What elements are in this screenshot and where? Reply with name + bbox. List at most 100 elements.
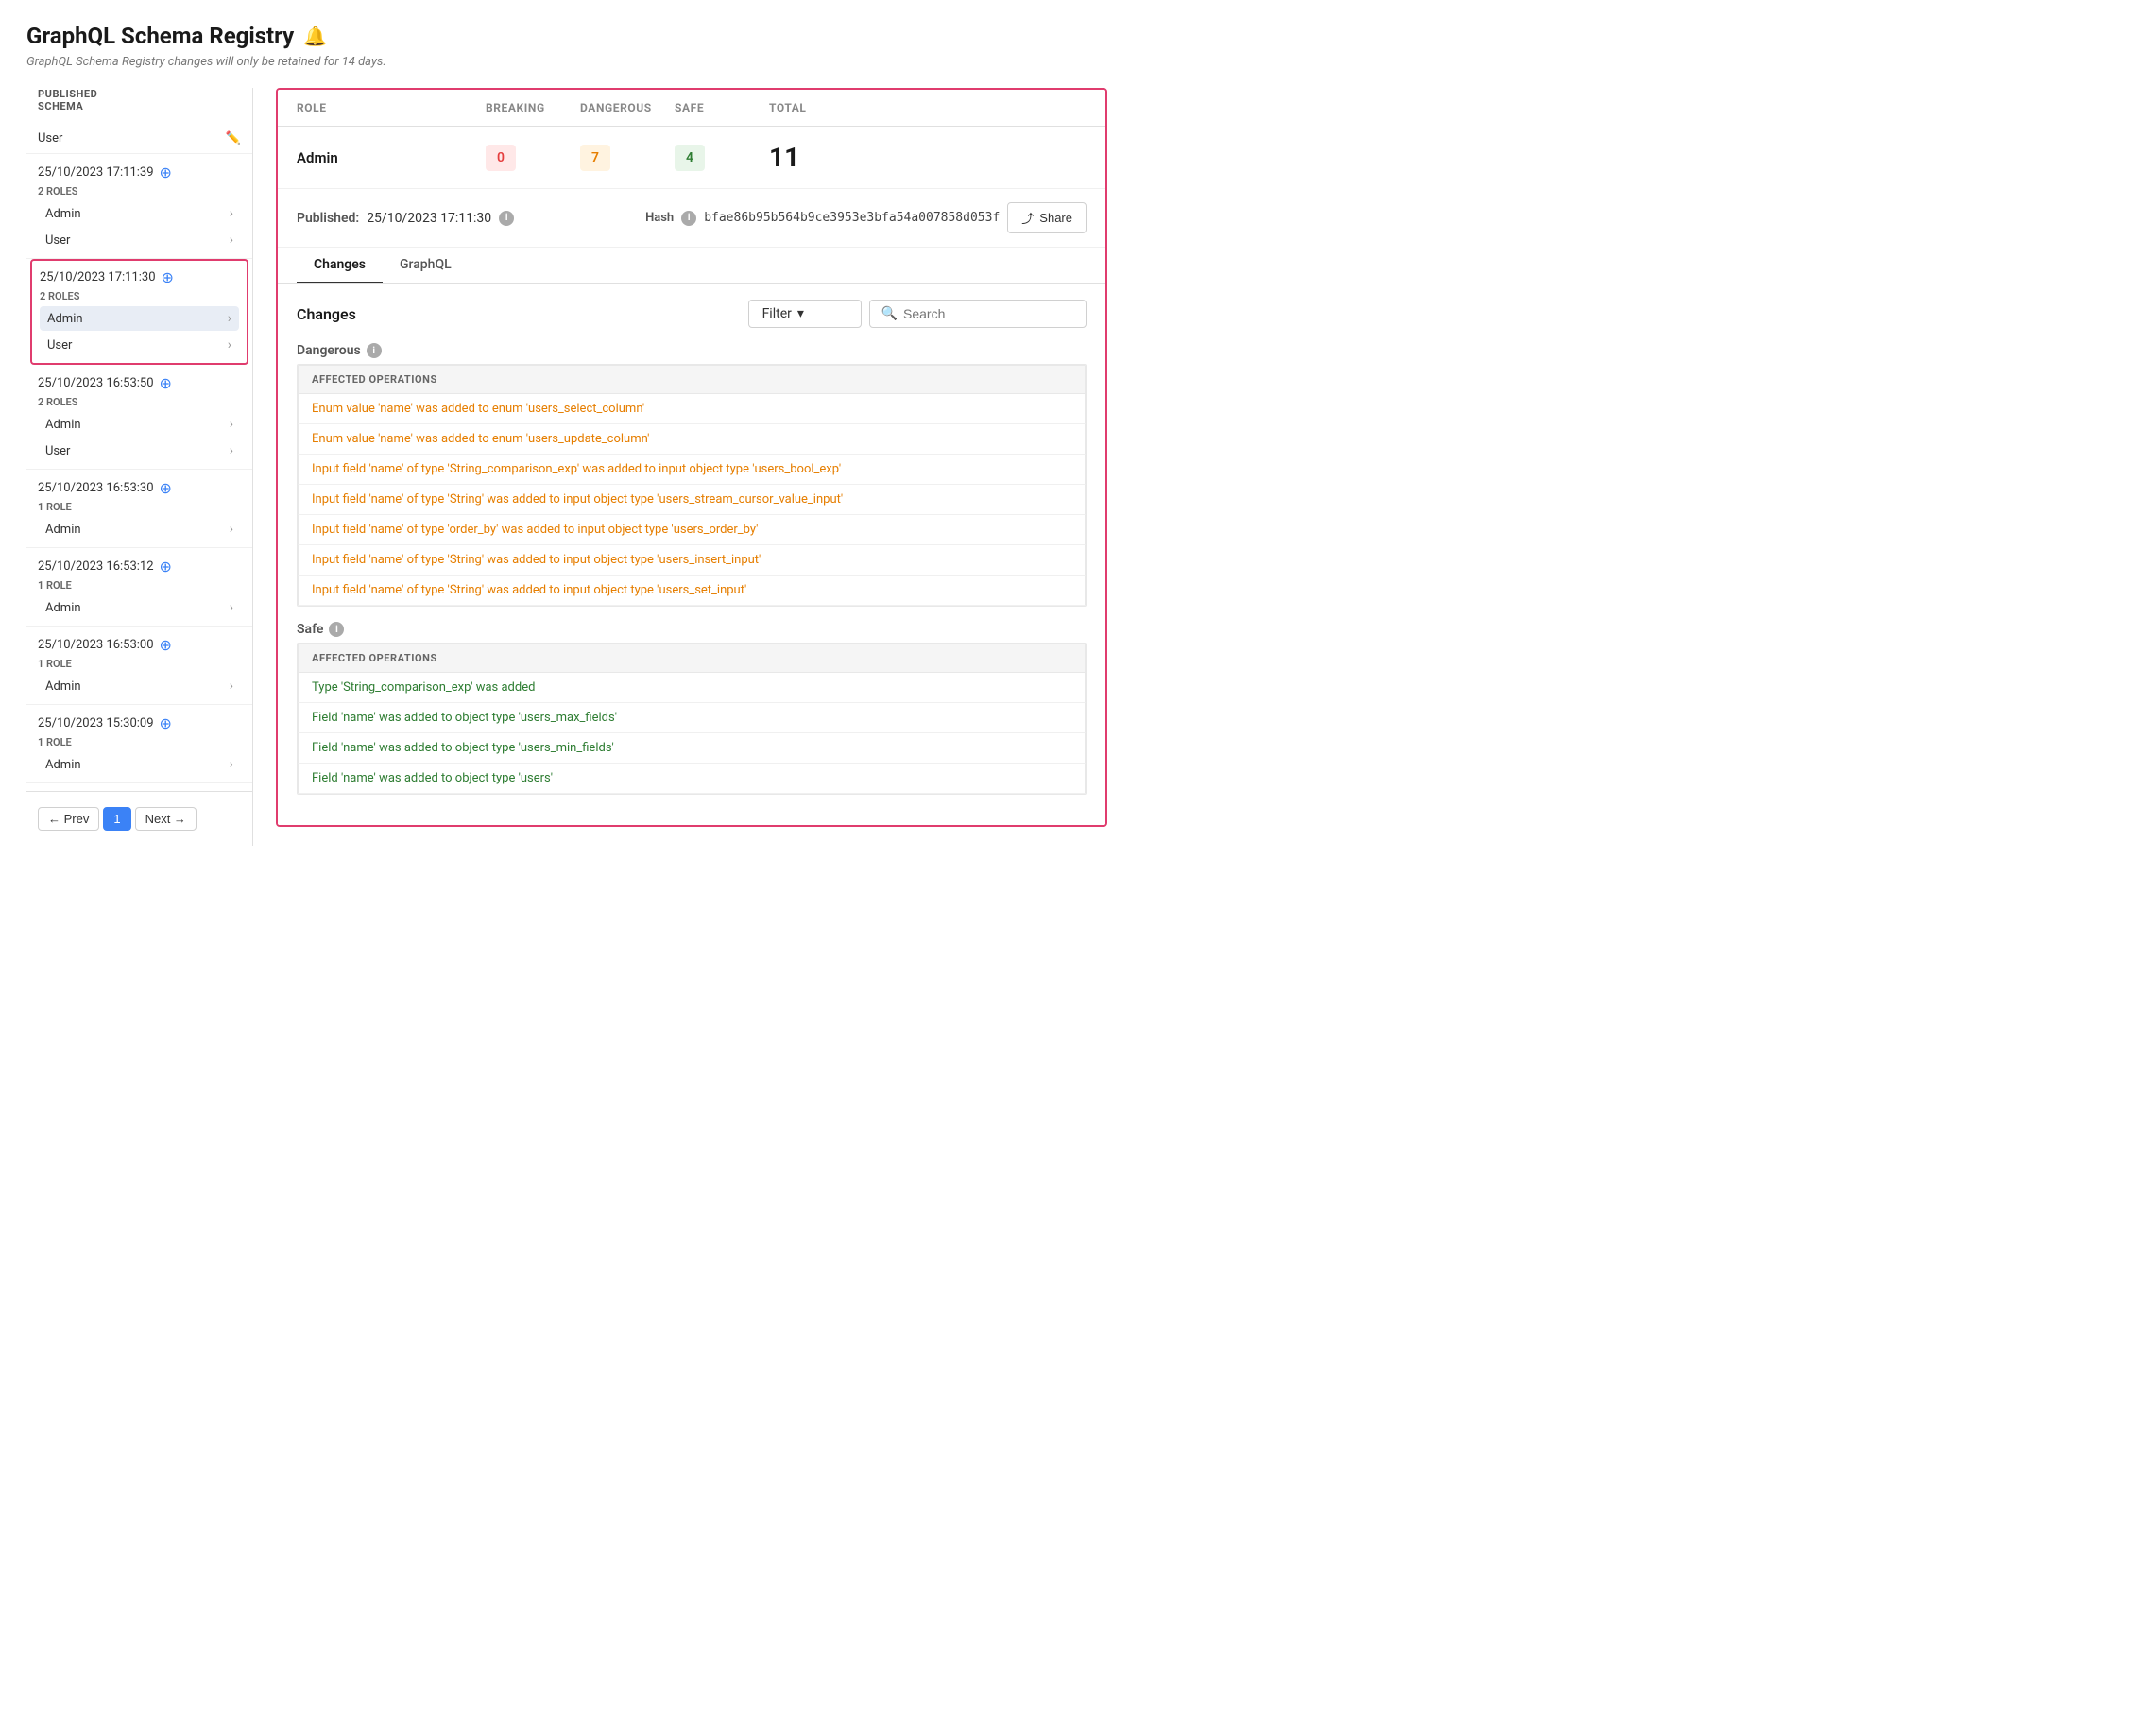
role-label-admin-5: Admin [45, 601, 81, 615]
safe-label-text: Safe [297, 622, 323, 637]
arrow-admin-1: › [230, 206, 233, 221]
role-name: Admin [297, 149, 486, 166]
sidebar-entry-2-selected[interactable]: 25/10/2023 17:11:30 ⊕ 2 ROLES Admin › Us… [30, 259, 248, 365]
list-item: Input field 'name' of type 'String' was … [298, 576, 1086, 606]
roles-label-2: 2 ROLES [40, 290, 239, 302]
role-admin-4[interactable]: Admin › [38, 517, 241, 541]
plus-icon-6[interactable]: ⊕ [160, 636, 172, 654]
list-item: Field 'name' was added to object type 'u… [298, 703, 1086, 733]
col-role: ROLE [297, 101, 486, 114]
published-date: 25/10/2023 17:11:30 [367, 211, 491, 226]
plus-icon-3[interactable]: ⊕ [160, 374, 172, 392]
role-label-admin-7: Admin [45, 758, 81, 772]
role-label-user-3: User [45, 444, 70, 458]
hash-info-icon[interactable]: i [681, 211, 696, 226]
tab-graphql[interactable]: GraphQL [383, 248, 469, 283]
sidebar-entry-6: 25/10/2023 16:53:00 ⊕ 1 ROLE Admin › [26, 627, 252, 705]
sidebar-entry-1: 25/10/2023 17:11:39 ⊕ 2 ROLES Admin › Us… [26, 154, 252, 259]
search-icon: 🔍 [881, 306, 898, 321]
dangerous-label-text: Dangerous [297, 343, 361, 358]
timestamp-text-4: 25/10/2023 16:53:30 [38, 481, 154, 495]
breaking-badge: 0 [486, 145, 516, 171]
dangerous-section-label: Dangerous i [297, 343, 1087, 358]
timestamp-text-1: 25/10/2023 17:11:39 [38, 165, 154, 180]
entry-timestamp-6: 25/10/2023 16:53:00 ⊕ [38, 636, 241, 654]
role-admin-5[interactable]: Admin › [38, 595, 241, 620]
safe-info-icon[interactable]: i [329, 622, 344, 637]
plus-icon-7[interactable]: ⊕ [160, 714, 172, 732]
timestamp-text-3: 25/10/2023 16:53:50 [38, 376, 154, 390]
role-admin-1[interactable]: Admin › [38, 201, 241, 226]
col-safe: SAFE [675, 101, 769, 114]
list-item: Input field 'name' of type 'String' was … [298, 485, 1086, 515]
hash-section: Hash i bfae86b95b564b9ce3953e3bfa54a0078… [645, 202, 1087, 233]
arrow-admin-2: › [228, 311, 231, 326]
arrow-user-1: › [230, 232, 233, 248]
roles-label-5: 1 ROLE [38, 579, 241, 592]
arrow-admin-4: › [230, 522, 233, 537]
roles-label-7: 1 ROLE [38, 736, 241, 748]
plus-icon-5[interactable]: ⊕ [160, 558, 172, 576]
entry-timestamp-2: 25/10/2023 17:11:30 ⊕ [40, 268, 239, 286]
col-total: TOTAL [769, 101, 1087, 114]
dangerous-affected-ops-header: AFFECTED OPERATIONS [298, 365, 1086, 394]
search-input[interactable] [903, 306, 1074, 321]
edit-icon[interactable]: ✏️ [226, 131, 241, 146]
roles-label-6: 1 ROLE [38, 658, 241, 670]
published-left: Published: 25/10/2023 17:11:30 i [297, 211, 514, 226]
sidebar-header: PUBLISHEDSCHEMA [26, 88, 252, 124]
role-label-user-2: User [47, 338, 72, 352]
entry-timestamp-3: 25/10/2023 16:53:50 ⊕ [38, 374, 241, 392]
role-user-3[interactable]: User › [38, 438, 241, 463]
table-row: Admin 0 7 4 11 [278, 127, 1105, 189]
top-user-label: User [38, 131, 62, 146]
roles-label-3: 2 ROLES [38, 396, 241, 408]
published-label: Published: [297, 211, 359, 226]
role-label-admin-6: Admin [45, 679, 81, 694]
published-section: Published: 25/10/2023 17:11:30 i Hash i … [278, 189, 1105, 248]
timestamp-text-2: 25/10/2023 17:11:30 [40, 270, 156, 284]
plus-icon-4[interactable]: ⊕ [160, 479, 172, 497]
arrow-admin-7: › [230, 757, 233, 772]
sidebar-top-user: User ✏️ [26, 124, 252, 154]
tab-changes[interactable]: Changes [297, 248, 383, 283]
list-item: Field 'name' was added to object type 'u… [298, 733, 1086, 764]
share-icon: ⤴ [1021, 209, 1034, 227]
role-admin-6[interactable]: Admin › [38, 674, 241, 698]
prev-button[interactable]: ← Prev [38, 807, 99, 831]
search-box: 🔍 [869, 300, 1087, 328]
role-label-admin-1: Admin [45, 207, 81, 221]
arrow-admin-3: › [230, 417, 233, 432]
filter-dropdown[interactable]: Filter ▾ [748, 300, 862, 328]
next-button[interactable]: Next → [135, 807, 197, 831]
chevron-down-icon: ▾ [797, 306, 804, 321]
page-1-button[interactable]: 1 [103, 807, 130, 831]
sidebar-entry-7: 25/10/2023 15:30:09 ⊕ 1 ROLE Admin › [26, 705, 252, 783]
arrow-admin-6: › [230, 679, 233, 694]
share-button[interactable]: ⤴ Share [1007, 202, 1087, 233]
role-user-1[interactable]: User › [38, 228, 241, 252]
published-info-icon[interactable]: i [499, 211, 514, 226]
role-admin-2[interactable]: Admin › [40, 306, 239, 331]
sidebar-entry-5: 25/10/2023 16:53:12 ⊕ 1 ROLE Admin › [26, 548, 252, 627]
plus-icon-1[interactable]: ⊕ [160, 163, 172, 181]
filter-label: Filter [762, 306, 792, 321]
role-admin-3[interactable]: Admin › [38, 412, 241, 437]
sidebar-entry-4: 25/10/2023 16:53:30 ⊕ 1 ROLE Admin › [26, 470, 252, 548]
col-dangerous: DANGEROUS [580, 101, 675, 114]
schema-table: ROLE BREAKING DANGEROUS SAFE TOTAL Admin… [276, 88, 1107, 827]
bell-icon[interactable]: 🔔 [303, 25, 327, 47]
dangerous-info-icon[interactable]: i [367, 343, 382, 358]
main-content: ROLE BREAKING DANGEROUS SAFE TOTAL Admin… [253, 88, 1107, 846]
plus-icon-2[interactable]: ⊕ [162, 268, 174, 286]
arrow-user-2: › [228, 337, 231, 352]
filter-search-row: Filter ▾ 🔍 [748, 300, 1087, 328]
role-user-2[interactable]: User › [40, 333, 239, 357]
col-breaking: BREAKING [486, 101, 580, 114]
role-label-user-1: User [45, 233, 70, 248]
role-admin-7[interactable]: Admin › [38, 752, 241, 777]
list-item: Enum value 'name' was added to enum 'use… [298, 424, 1086, 455]
timestamp-text-6: 25/10/2023 16:53:00 [38, 638, 154, 652]
list-item: Enum value 'name' was added to enum 'use… [298, 394, 1086, 424]
timestamp-text-7: 25/10/2023 15:30:09 [38, 716, 154, 730]
